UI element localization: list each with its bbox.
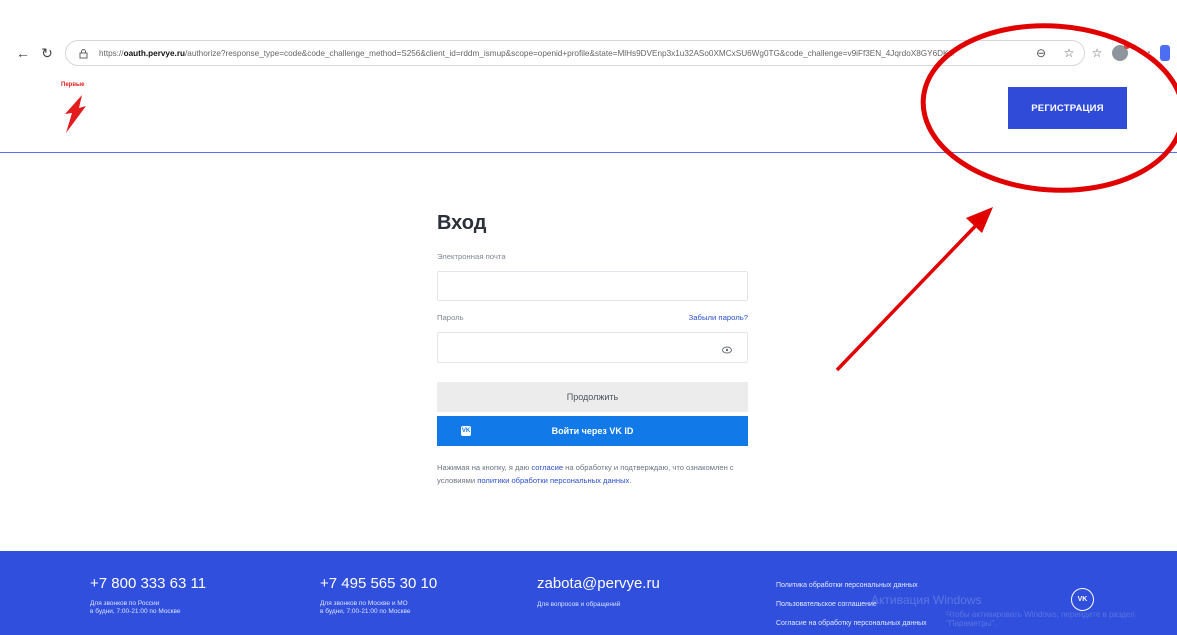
site-footer: +7 800 333 63 11 Для звонков по России в … [0,551,1177,635]
login-title: Вход [437,212,487,234]
phone-moscow-note-1: Для звонков по Москве и МО [320,600,408,607]
email-label: Электронная почта [437,252,506,261]
more-icon[interactable]: ⋯ [1136,43,1154,61]
lock-icon [76,46,90,60]
header-divider [0,152,1177,153]
consent-end: . [629,476,632,485]
brand-name: Первые [61,82,85,88]
windows-watermark-text: Чтобы активировать Windows, перейдите в … [946,610,1135,628]
url-prefix: https:// [99,48,124,58]
login-form: Вход Электронная почта Пароль Забыли пар… [437,212,748,485]
phone-moscow-note-2: в будни, 7:00-21:00 по Москве [320,608,411,615]
consent-prefix: Нажимая на кнопку, я даю [437,463,532,472]
phone-russia-note-2: в будни, 7:00-21:00 по Москве [90,608,181,615]
phone-moscow[interactable]: +7 495 565 30 10 [320,575,437,592]
data-consent-link[interactable]: Согласие на обработку персональных данны… [776,614,927,633]
policy-link[interactable]: политики обработки персональных данных [477,476,629,485]
continue-button[interactable]: Продолжить [437,382,748,412]
favorite-star-icon[interactable]: ☆ [1060,44,1078,62]
show-password-icon[interactable] [721,344,733,356]
url-domain: oauth.pervye.ru [123,48,186,58]
site-header: Первые РЕГИСТРАЦИЯ [0,69,1177,153]
back-icon[interactable]: ← [13,43,33,63]
vk-id-label: Войти через VK ID [551,426,634,436]
phone-russia-note: Для звонков по России в будни, 7:00-21:00… [90,600,181,616]
phone-russia[interactable]: +7 800 333 63 11 [90,575,206,592]
url-rest: /authorize?response_type=code&code_chall… [185,48,954,58]
brand-logo[interactable]: Первые [61,82,86,133]
page-info-icon[interactable]: ⊖ [1032,44,1050,62]
consent-text: Нажимая на кнопку, я даю согласие на обр… [437,461,757,487]
register-button[interactable]: РЕГИСТРАЦИЯ [1008,87,1127,129]
phone-russia-note-1: Для звонков по России [90,600,160,607]
forgot-password-link[interactable]: Забыли пароль? [689,313,748,322]
profile-avatar-icon[interactable] [1112,43,1130,61]
password-label: Пароль [437,313,464,322]
email-input[interactable] [437,271,748,301]
consent-link[interactable]: согласие [531,463,563,472]
url-text: https://oauth.pervye.ru/authorize?respon… [99,49,954,58]
favorites-icon[interactable]: ☆ [1088,44,1106,62]
support-email-note: Для вопросов и обращений [537,601,621,608]
reload-icon[interactable]: ↻ [37,43,57,63]
arrow-head [966,207,993,233]
extension-icon[interactable] [1160,45,1170,61]
support-email[interactable]: zabota@pervye.ru [537,575,660,592]
windows-watermark-title: Активация Windows [871,593,982,607]
password-input[interactable] [437,332,748,363]
vk-social-icon[interactable]: VK [1071,588,1094,611]
vk-id-button[interactable]: VK Войти через VK ID [437,416,748,446]
logo-mark-icon [65,95,86,133]
pointer-arrow [835,213,988,372]
address-actions: ⊖ ☆ [1032,44,1078,62]
browser-toolbar: ← ↻ https://oauth.pervye.ru/authorize?re… [0,37,1177,69]
vk-logo-icon: VK [461,426,471,436]
address-bar[interactable]: https://oauth.pervye.ru/authorize?respon… [65,40,1085,66]
phone-moscow-note: Для звонков по Москве и МО в будни, 7:00-… [320,600,411,616]
